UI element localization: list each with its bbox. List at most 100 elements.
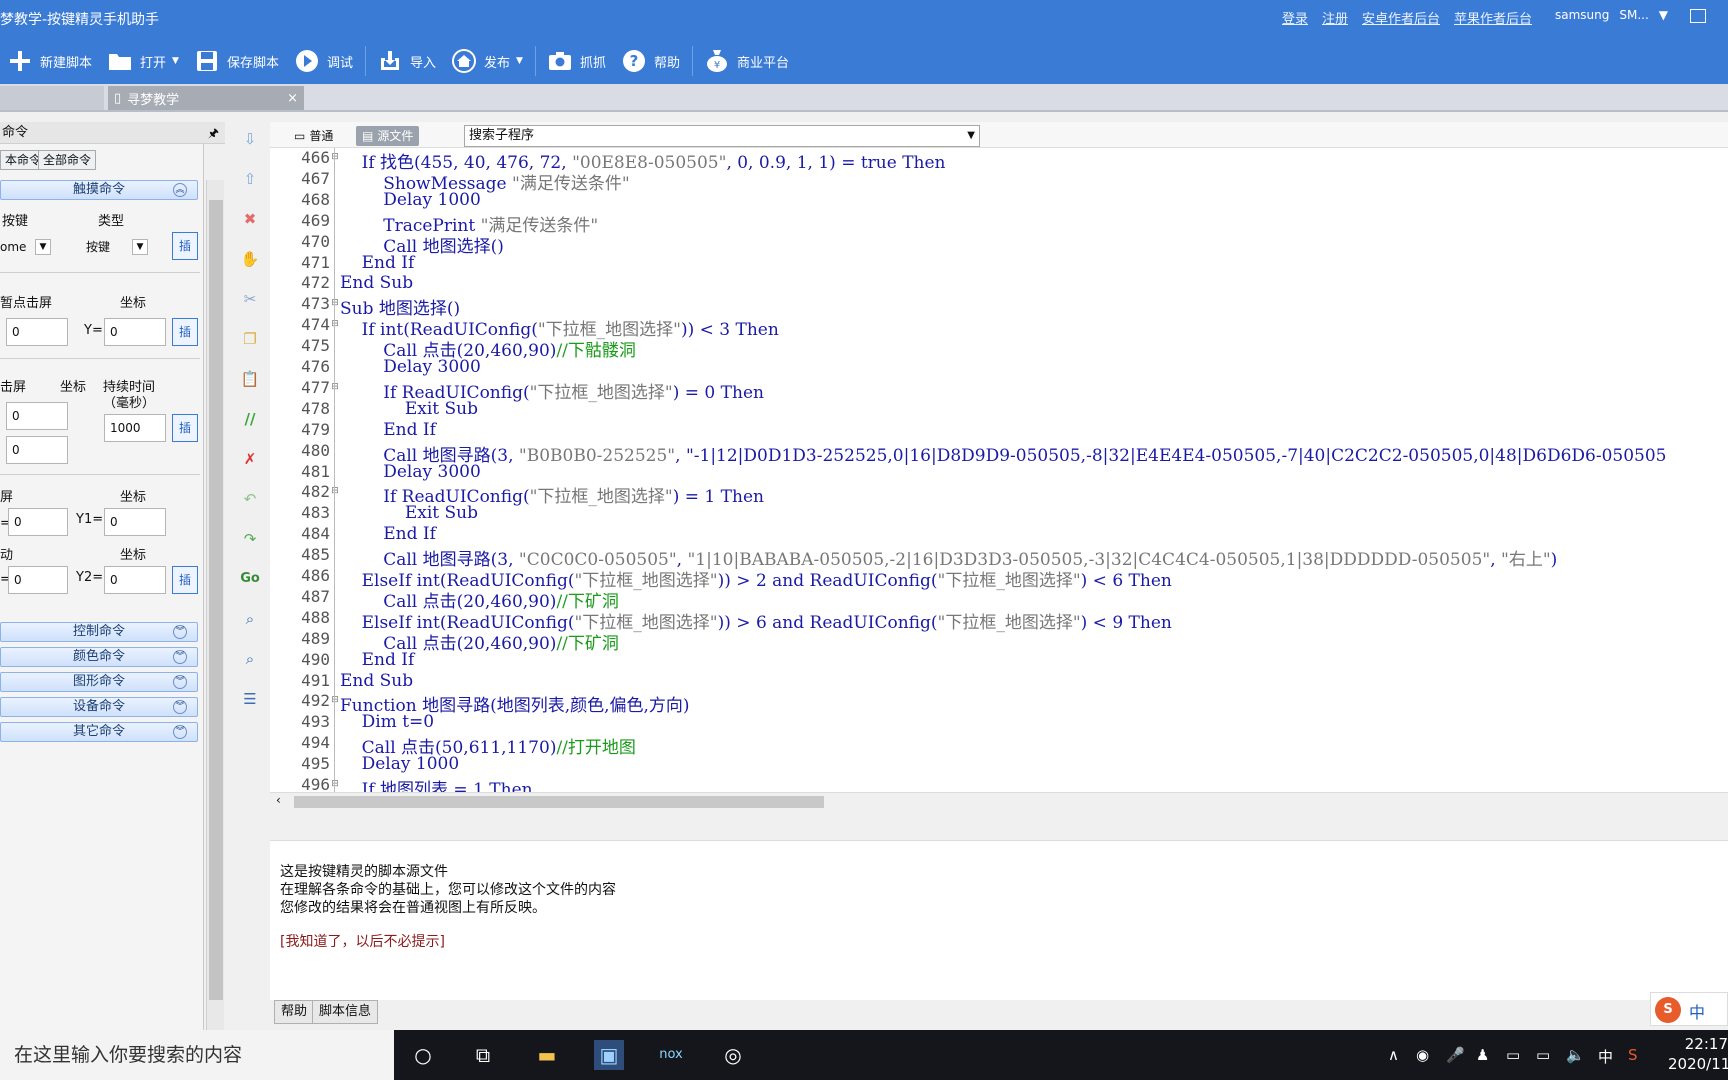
taskbar-search-input[interactable]: 在这里输入你要搜索的内容	[0, 1030, 394, 1080]
editor-horizontal-scrollbar[interactable]: ‹	[270, 792, 1728, 810]
find-icon[interactable]: ⌕	[239, 608, 261, 630]
code-line[interactable]: 479 End If	[270, 420, 1728, 441]
tap-x-input[interactable]: 0	[6, 318, 68, 346]
battery-icon[interactable]: ▭	[1506, 1046, 1520, 1064]
task-view-icon[interactable]: ⧉	[468, 1040, 498, 1070]
scrollbar-thumb[interactable]	[209, 200, 223, 1000]
code-line[interactable]: 475 Call 点击(20,460,90)//下骷髅洞	[270, 336, 1728, 361]
press-x-input[interactable]: 0	[6, 402, 68, 430]
code-line[interactable]: 485 Call 地图寻路(3, "C0C0C0-050505", "1|10|…	[270, 545, 1728, 570]
code-line[interactable]: 478 Exit Sub	[270, 399, 1728, 420]
register-link[interactable]: 注册	[1322, 8, 1348, 27]
code-line[interactable]: 474⊟ If int(ReadUIConfig("下拉框_地图选择")) < …	[270, 315, 1728, 340]
tab-document[interactable]: ▯ 寻梦教学 ×	[108, 86, 304, 110]
x1-input[interactable]: 0	[8, 508, 68, 536]
code-line[interactable]: 476 Delay 3000	[270, 357, 1728, 378]
code-line[interactable]: 480 Call 地图寻路(3, "B0B0B0-252525", "-1|12…	[270, 441, 1728, 466]
category-other[interactable]: 其它命令 ︾	[0, 722, 198, 742]
y1-input[interactable]: 0	[104, 508, 166, 536]
capture-button[interactable]: 抓抓	[540, 45, 614, 77]
code-line[interactable]: 483 Exit Sub	[270, 503, 1728, 524]
code-line[interactable]: 488 ElseIf int(ReadUIConfig("下拉框_地图选择"))…	[270, 608, 1728, 633]
file-explorer-icon[interactable]: ▬	[532, 1040, 562, 1070]
apple-author-link[interactable]: 苹果作者后台	[1454, 8, 1532, 27]
move-up-icon[interactable]: ⇧	[239, 168, 261, 190]
tab-help[interactable]: 帮助	[274, 1000, 315, 1024]
code-line[interactable]: 490 End If	[270, 650, 1728, 671]
code-line[interactable]: 492⊟Function 地图寻路(地图列表,颜色,偏色,方向)	[270, 691, 1728, 716]
tray-app-icon[interactable]: ◉	[1416, 1046, 1429, 1064]
save-script-button[interactable]: 保存脚本	[187, 45, 287, 77]
list-icon[interactable]: ☰	[239, 688, 261, 710]
new-script-button[interactable]: 新建脚本	[0, 45, 100, 77]
cut-icon[interactable]: ✂	[239, 288, 261, 310]
sogou-tray-icon[interactable]: S	[1628, 1046, 1638, 1064]
code-line[interactable]: 466⊟ If 找色(455, 40, 476, 72, "00E8E8-050…	[270, 148, 1728, 173]
subroutine-search[interactable]: 搜索子程序 ▼	[464, 125, 980, 147]
code-line[interactable]: 471 End If	[270, 253, 1728, 274]
tab-all-commands[interactable]: 全部命令	[38, 150, 97, 170]
fold-toggle-icon[interactable]: ⊟	[330, 298, 340, 308]
fold-toggle-icon[interactable]: ⊟	[330, 152, 340, 162]
fold-toggle-icon[interactable]: ⊟	[330, 382, 340, 392]
code-line[interactable]: 482⊟ If ReadUIConfig("下拉框_地图选择") = 1 The…	[270, 482, 1728, 507]
uncomment-icon[interactable]: ✗	[239, 448, 261, 470]
code-line[interactable]: 486 ElseIf int(ReadUIConfig("下拉框_地图选择"))…	[270, 566, 1728, 591]
tab-blank[interactable]	[0, 86, 104, 110]
fold-toggle-icon[interactable]: ⊟	[330, 695, 340, 705]
pin-icon[interactable]: 🖈	[208, 122, 219, 144]
code-line[interactable]: 484 End If	[270, 524, 1728, 545]
category-control[interactable]: 控制命令 ︾	[0, 622, 198, 642]
code-editor[interactable]: 466⊟ If 找色(455, 40, 476, 72, "00E8E8-050…	[270, 148, 1728, 792]
android-author-link[interactable]: 安卓作者后台	[1362, 8, 1440, 27]
insert-tap-button[interactable]: 插	[172, 318, 198, 346]
type-select[interactable]: 按键 ▼	[86, 236, 152, 258]
code-line[interactable]: 489 Call 点击(20,460,90)//下矿洞	[270, 629, 1728, 654]
category-color[interactable]: 颜色命令 ︾	[0, 647, 198, 667]
x2-input[interactable]: 0	[8, 566, 68, 594]
undo-icon[interactable]: ↶	[239, 488, 261, 510]
scrollbar-thumb[interactable]	[294, 796, 824, 808]
fold-toggle-icon[interactable]: ⊟	[330, 779, 340, 789]
import-button[interactable]: 导入	[370, 45, 444, 77]
press-y-input[interactable]: 0	[6, 436, 68, 464]
login-link[interactable]: 登录	[1282, 8, 1308, 27]
hand-icon[interactable]: ✋	[239, 248, 261, 270]
code-line[interactable]: 491 End Sub	[270, 671, 1728, 692]
debug-button[interactable]: 调试	[287, 45, 361, 77]
scroll-left-icon[interactable]: ‹	[276, 793, 281, 807]
fold-toggle-icon[interactable]: ⊟	[330, 319, 340, 329]
obs-icon[interactable]: ◎	[718, 1040, 748, 1070]
copy-icon[interactable]: ❐	[239, 328, 261, 350]
y2-input[interactable]: 0	[104, 566, 166, 594]
dismiss-help-link[interactable]: [我知道了，以后不必提示]	[280, 931, 445, 951]
paste-icon[interactable]: 📋	[239, 368, 261, 390]
insert-swipe-button[interactable]: 插	[172, 566, 198, 594]
code-line[interactable]: 468 Delay 1000	[270, 190, 1728, 211]
code-line[interactable]: 487 Call 点击(20,460,90)//下矿洞	[270, 587, 1728, 612]
code-line[interactable]: 493 Dim t=0	[270, 712, 1728, 733]
chevron-down-icon[interactable]: ▼	[967, 126, 975, 146]
key-select[interactable]: ome ▼	[0, 236, 54, 258]
ime-indicator[interactable]: S 中	[1650, 992, 1728, 1026]
code-line[interactable]: 469 TracePrint "满足传送条件"	[270, 211, 1728, 236]
comment-icon[interactable]: //	[239, 408, 261, 430]
move-down-icon[interactable]: ⇩	[239, 128, 261, 150]
code-line[interactable]: 496⊟ If 地图列表 = 1 Then	[270, 775, 1728, 792]
ime-mode-tray[interactable]: 中	[1598, 1046, 1613, 1067]
insert-key-button[interactable]: 插	[172, 232, 198, 260]
code-line[interactable]: 495 Delay 1000	[270, 754, 1728, 775]
device-selector[interactable]: samsung SM... ▼	[1555, 8, 1668, 22]
clock[interactable]: 22:17 2020/11	[1668, 1034, 1728, 1074]
command-panel-scrollbar[interactable]	[206, 180, 224, 1030]
code-line[interactable]: 494 Call 点击(50,611,1170)//打开地图	[270, 733, 1728, 758]
restore-window-icon[interactable]	[1690, 9, 1706, 23]
script-assistant-icon[interactable]: ▣	[594, 1040, 624, 1070]
volume-icon[interactable]: 🔈	[1566, 1046, 1585, 1064]
help-button[interactable]: ? 帮助	[614, 45, 688, 77]
replace-icon[interactable]: ⌕	[239, 648, 261, 670]
category-device[interactable]: 设备命令 ︾	[0, 697, 198, 717]
insert-press-button[interactable]: 插	[172, 414, 198, 442]
delete-icon[interactable]: ✖	[239, 208, 261, 230]
nox-player-icon[interactable]: nox	[656, 1040, 686, 1070]
